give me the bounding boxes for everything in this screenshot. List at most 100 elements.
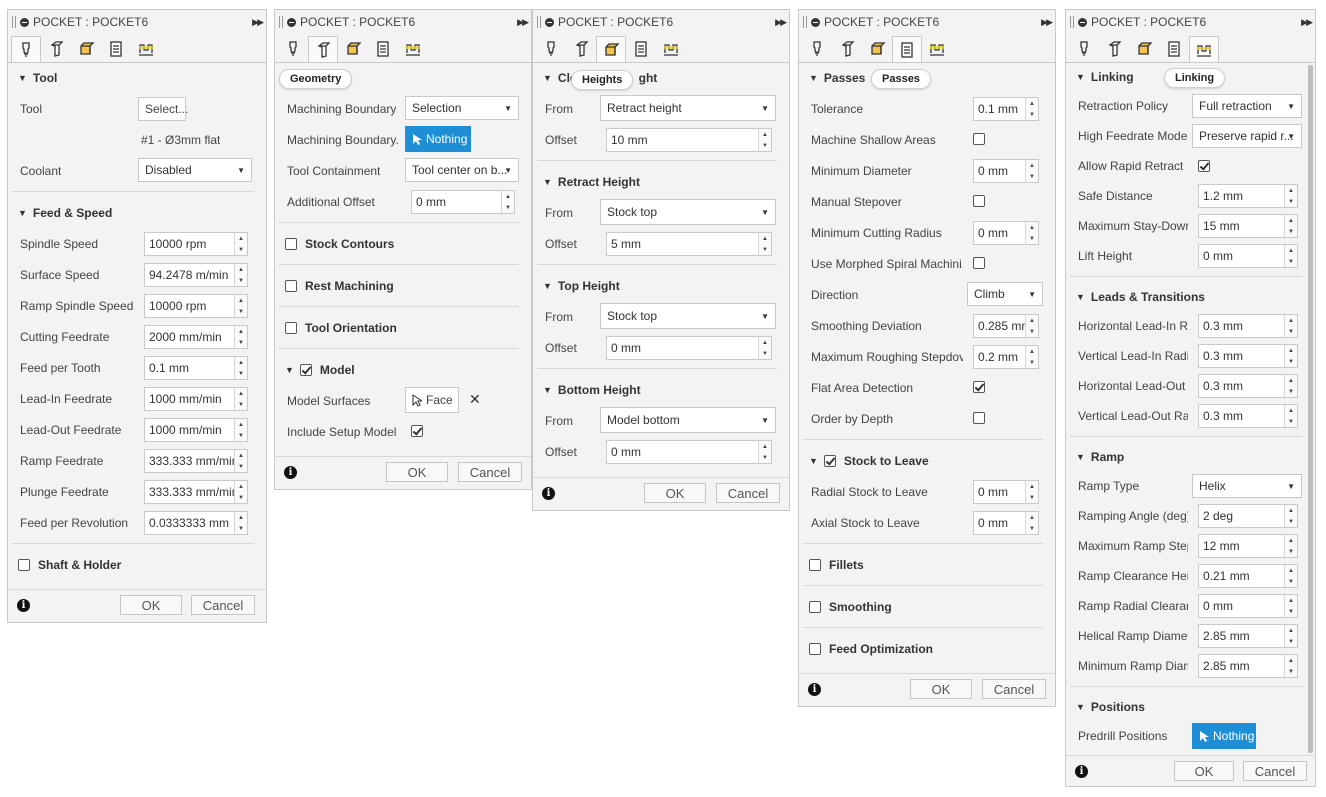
spinner-icon[interactable]: ▲ ▼ [1284, 375, 1297, 397]
heights-section-pill[interactable]: Heights [571, 70, 634, 90]
drag-grip-icon[interactable] [279, 16, 283, 28]
clearance-from-dropdown[interactable]: Retract height ▼ [600, 95, 776, 121]
tab-tool[interactable] [536, 36, 566, 62]
smoothing-checkbox[interactable] [809, 601, 821, 613]
spinner-icon[interactable]: ▲ ▼ [234, 326, 247, 348]
include-setup-checkbox[interactable] [411, 425, 423, 437]
tool-orientation-section-header[interactable]: Tool Orientation [275, 313, 531, 343]
direction-dropdown[interactable]: Climb ▼ [967, 282, 1043, 306]
ramp-row-input[interactable]: 0.21 mm ▲ ▼ [1198, 564, 1298, 588]
tab-geometry[interactable] [308, 36, 338, 62]
spinner-icon[interactable]: ▲ ▼ [234, 233, 247, 255]
tab-tool[interactable] [802, 36, 832, 62]
stock-contours-section-header[interactable]: Stock Contours [275, 229, 531, 259]
bottom-offset-input[interactable]: 0 mm ▲ ▼ [606, 440, 772, 464]
minus-circle-icon[interactable] [1078, 17, 1087, 27]
tab-linking[interactable] [131, 36, 161, 62]
feed-row-input[interactable]: 2000 mm/min ▲ ▼ [144, 325, 248, 349]
tab-passes[interactable] [892, 36, 922, 62]
ok-button[interactable]: OK [120, 595, 182, 615]
spinner-icon[interactable]: ▲ ▼ [1025, 512, 1038, 534]
ramp-section-header[interactable]: ▼ Ramp [1066, 443, 1315, 471]
allow-rapid-checkbox[interactable] [1198, 160, 1210, 172]
expand-icon[interactable]: ▶▶ [1041, 17, 1053, 28]
expand-icon[interactable]: ▶▶ [1301, 17, 1313, 28]
panel-titlebar[interactable]: POCKET : POCKET6 ▶▶ [1066, 10, 1315, 34]
bottom-from-dropdown[interactable]: Model bottom ▼ [600, 407, 776, 433]
minus-circle-icon[interactable] [545, 17, 554, 27]
shaft-holder-section-header[interactable]: Shaft & Holder [8, 550, 266, 580]
retraction-policy-dropdown[interactable]: Full retraction ▼ [1192, 94, 1302, 118]
feed-row-input[interactable]: 0.0333333 mm ▲ ▼ [144, 511, 248, 535]
clear-selection-icon[interactable]: ✕ [469, 391, 481, 408]
geometry-section-pill[interactable]: Geometry [279, 69, 353, 89]
lead-row-input[interactable]: 0.3 mm ▲ ▼ [1198, 314, 1298, 338]
spinner-icon[interactable]: ▲ ▼ [1284, 595, 1297, 617]
ramp-row-input[interactable]: 2.85 mm ▲ ▼ [1198, 654, 1298, 678]
feed-row-input[interactable]: 1000 mm/min ▲ ▼ [144, 387, 248, 411]
tab-tool[interactable] [278, 36, 308, 62]
morphed-spiral-checkbox[interactable] [973, 257, 985, 269]
passes-section-pill[interactable]: Passes [871, 69, 931, 89]
drag-grip-icon[interactable] [537, 16, 541, 28]
panel-titlebar[interactable]: POCKET : POCKET6 ▶▶ [533, 10, 789, 34]
tab-heights[interactable] [862, 36, 892, 62]
flat-area-checkbox[interactable] [973, 381, 985, 393]
manual-stepover-checkbox[interactable] [973, 195, 985, 207]
tab-geometry[interactable] [566, 36, 596, 62]
spinner-icon[interactable]: ▲ ▼ [1025, 346, 1038, 368]
axial-stock-input[interactable]: 0 mm ▲ ▼ [973, 511, 1039, 535]
spinner-icon[interactable]: ▲ ▼ [1284, 655, 1297, 677]
panel-titlebar[interactable]: POCKET : POCKET6 ▶▶ [799, 10, 1055, 34]
spinner-icon[interactable]: ▲ ▼ [1025, 315, 1038, 337]
spinner-icon[interactable]: ▲ ▼ [1284, 405, 1297, 427]
linking-section-pill[interactable]: Linking [1164, 68, 1226, 88]
ok-button[interactable]: OK [386, 462, 448, 482]
cancel-button[interactable]: Cancel [191, 595, 255, 615]
spinner-icon[interactable]: ▲ ▼ [1284, 185, 1297, 207]
tab-passes[interactable] [1159, 36, 1189, 62]
spinner-icon[interactable]: ▲ ▼ [1284, 315, 1297, 337]
spinner-icon[interactable]: ▲ ▼ [1025, 222, 1038, 244]
spinner-icon[interactable]: ▲ ▼ [1284, 345, 1297, 367]
clearance-offset-input[interactable]: 10 mm ▲ ▼ [606, 128, 772, 152]
retract-height-section-header[interactable]: ▼ Retract Height [533, 167, 789, 197]
spinner-icon[interactable]: ▲ ▼ [1284, 625, 1297, 647]
spinner-icon[interactable]: ▲ ▼ [758, 441, 771, 463]
feed-row-input[interactable]: 10000 rpm ▲ ▼ [144, 294, 248, 318]
feed-optimization-checkbox[interactable] [809, 643, 821, 655]
spinner-icon[interactable]: ▲ ▼ [234, 481, 247, 503]
spinner-icon[interactable]: ▲ ▼ [1284, 565, 1297, 587]
info-icon[interactable]: i [284, 466, 297, 479]
feed-row-input[interactable]: 94.2478 m/min ▲ ▼ [144, 263, 248, 287]
ramp-row-input[interactable]: 12 mm ▲ ▼ [1198, 534, 1298, 558]
spinner-icon[interactable]: ▲ ▼ [234, 512, 247, 534]
ok-button[interactable]: OK [1174, 761, 1234, 781]
tab-geometry[interactable] [832, 36, 862, 62]
tab-geometry[interactable] [1099, 36, 1129, 62]
ramp-type-dropdown[interactable]: Helix ▼ [1192, 474, 1302, 498]
feed-optimization-section-header[interactable]: Feed Optimization [799, 634, 1055, 664]
stock-to-leave-checkbox[interactable] [823, 455, 836, 467]
min-cutting-radius-input[interactable]: 0 mm ▲ ▼ [973, 221, 1039, 245]
lead-row-input[interactable]: 0.3 mm ▲ ▼ [1198, 374, 1298, 398]
tab-geometry[interactable] [41, 36, 71, 62]
ramp-row-input[interactable]: 0 mm ▲ ▼ [1198, 594, 1298, 618]
stock-to-leave-section-header[interactable]: ▼ Stock to Leave [799, 446, 1055, 476]
tab-passes[interactable] [368, 36, 398, 62]
retract-from-dropdown[interactable]: Stock top ▼ [600, 199, 776, 225]
additional-offset-input[interactable]: 0 mm ▲ ▼ [411, 190, 515, 214]
model-section-header[interactable]: ▼ Model [275, 355, 531, 385]
boundary-dropdown[interactable]: Selection ▼ [405, 96, 519, 120]
drag-grip-icon[interactable] [803, 16, 807, 28]
feed-speed-section-header[interactable]: ▼ Feed & Speed [8, 198, 266, 228]
leads-section-header[interactable]: ▼ Leads & Transitions [1066, 283, 1315, 311]
retract-offset-input[interactable]: 5 mm ▲ ▼ [606, 232, 772, 256]
predrill-selection-button[interactable]: Nothing [1192, 723, 1256, 749]
max-stay-down-input[interactable]: 15 mm ▲ ▼ [1198, 214, 1298, 238]
spinner-icon[interactable]: ▲ ▼ [1284, 215, 1297, 237]
info-icon[interactable]: i [808, 683, 821, 696]
spinner-icon[interactable]: ▲ ▼ [758, 337, 771, 359]
lead-row-input[interactable]: 0.3 mm ▲ ▼ [1198, 344, 1298, 368]
high-feedrate-dropdown[interactable]: Preserve rapid r... ▼ [1192, 124, 1302, 148]
